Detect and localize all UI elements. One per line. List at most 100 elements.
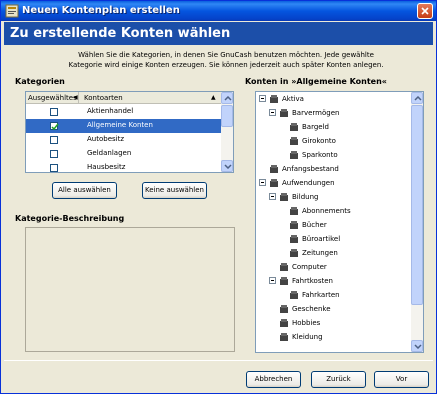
- description-label: Kategorie-Beschreibung: [15, 214, 125, 223]
- chevron-down-icon: [224, 164, 232, 169]
- account-icon: [280, 305, 288, 313]
- accounts-label: Konten in »Allgemeine Konten«: [245, 77, 387, 86]
- tree-label: Aktiva: [282, 95, 304, 103]
- column-header-type-label: Kontoarten: [84, 94, 123, 102]
- categories-header: Ausgewähltes ◀ Kontoarten ▲: [26, 92, 222, 104]
- back-button[interactable]: Zurück: [311, 371, 366, 388]
- category-checkbox[interactable]: [50, 164, 58, 172]
- tree-label: Fahrkarten: [302, 291, 340, 299]
- account-icon: [290, 123, 298, 131]
- categories-label: Kategorien: [15, 77, 65, 86]
- category-description-box: [25, 227, 235, 352]
- scroll-up-button[interactable]: [411, 92, 423, 104]
- tree-label: Geschenke: [292, 305, 331, 313]
- select-none-button[interactable]: Keine auswählen: [142, 182, 207, 199]
- category-checkbox-checked[interactable]: [50, 122, 59, 131]
- scroll-down-button[interactable]: [221, 160, 233, 172]
- chevron-up-icon: [414, 96, 422, 101]
- column-header-selected-label: Ausgewähltes: [28, 94, 77, 102]
- account-icon: [290, 249, 298, 257]
- dialog-window: Neuen Kontenplan erstellen Zu erstellend…: [0, 0, 437, 394]
- accounts-scrollbar[interactable]: [411, 92, 423, 352]
- category-checkbox[interactable]: [50, 108, 58, 116]
- tree-label: Bargeld: [302, 123, 329, 131]
- intro-line-1: Wählen Sie die Kategorien, in denen Sie …: [78, 51, 374, 59]
- gnucash-app-icon: [5, 4, 19, 18]
- footer-separator: [4, 360, 433, 361]
- collapse-icon[interactable]: [259, 179, 266, 186]
- account-icon: [290, 207, 298, 215]
- category-name: Aktienhandel: [87, 107, 134, 115]
- chevron-down-icon: [414, 344, 422, 349]
- tree-label: Hobbies: [292, 319, 321, 327]
- category-name: Geldanlagen: [87, 149, 132, 157]
- column-header-type[interactable]: Kontoarten ▲: [80, 92, 222, 104]
- categories-list[interactable]: Ausgewähltes ◀ Kontoarten ▲ Aktienhandel…: [25, 91, 234, 173]
- account-icon: [280, 333, 288, 341]
- tree-label: Sparkonto: [302, 151, 338, 159]
- tree-label: Anfangsbestand: [282, 165, 339, 173]
- account-icon: [280, 319, 288, 327]
- next-button[interactable]: Vor: [374, 371, 429, 388]
- category-rows: Aktienhandel Allgemeine Konten Autobesit…: [26, 105, 222, 172]
- scroll-thumb[interactable]: [221, 105, 233, 127]
- chevron-up-icon: [224, 96, 232, 101]
- intro-line-2: Kategorie wird einige Konten erzeugen. S…: [68, 61, 384, 69]
- account-icon: [270, 95, 278, 103]
- account-icon: [290, 291, 298, 299]
- title-bar[interactable]: Neuen Kontenplan erstellen: [1, 1, 436, 21]
- collapse-icon[interactable]: [269, 277, 276, 284]
- tree-label: Zeitungen: [302, 249, 338, 257]
- category-row[interactable]: Hausbesitz: [26, 161, 222, 172]
- close-icon: [421, 7, 429, 15]
- sort-left-icon: ◀: [73, 94, 78, 101]
- scroll-down-button[interactable]: [411, 340, 423, 352]
- category-name: Allgemeine Konten: [87, 121, 153, 129]
- tree-label: Kleidung: [292, 333, 323, 341]
- tree-label: Computer: [292, 263, 327, 271]
- category-row[interactable]: Autobesitz: [26, 133, 222, 147]
- categories-scrollbar[interactable]: [221, 92, 233, 172]
- intro-text: Wählen Sie die Kategorien, in denen Sie …: [41, 50, 411, 70]
- category-row-selected[interactable]: Allgemeine Konten: [26, 119, 222, 133]
- tree-label: Abonnements: [302, 207, 351, 215]
- category-row[interactable]: Aktienhandel: [26, 105, 222, 119]
- account-icon: [280, 109, 288, 117]
- close-button[interactable]: [417, 3, 433, 19]
- collapse-icon[interactable]: [269, 109, 276, 116]
- account-icon: [270, 179, 278, 187]
- account-icon: [280, 277, 288, 285]
- page-title: Zu erstellende Konten wählen: [10, 26, 231, 41]
- category-checkbox[interactable]: [50, 150, 58, 158]
- account-icon: [290, 137, 298, 145]
- account-icon: [280, 193, 288, 201]
- tree-label: Aufwendungen: [282, 179, 335, 187]
- account-icon: [270, 165, 278, 173]
- account-icon: [290, 235, 298, 243]
- collapse-icon[interactable]: [259, 95, 266, 102]
- sort-up-icon: ▲: [211, 94, 216, 101]
- tree-label: Fahrtkosten: [292, 277, 333, 285]
- select-all-button[interactable]: Alle auswählen: [52, 182, 117, 199]
- tree-label: Bildung: [292, 193, 319, 201]
- tree-label: Büroartikel: [302, 235, 341, 243]
- category-name: Autobesitz: [87, 135, 125, 143]
- account-icon: [280, 263, 288, 271]
- column-header-selected[interactable]: Ausgewähltes ◀: [26, 92, 79, 104]
- window-title: Neuen Kontenplan erstellen: [22, 5, 180, 16]
- tree-label: Girokonto: [302, 137, 336, 145]
- accounts-tree[interactable]: Aktiva Barvermögen Bargeld Girokonto Spa…: [255, 91, 424, 353]
- account-icon: [290, 151, 298, 159]
- category-row[interactable]: Geldanlagen: [26, 147, 222, 161]
- category-name: Hausbesitz: [87, 163, 126, 171]
- tree-label: Barvermögen: [292, 109, 340, 117]
- category-checkbox[interactable]: [50, 136, 58, 144]
- scroll-up-button[interactable]: [221, 92, 233, 104]
- collapse-icon[interactable]: [269, 193, 276, 200]
- checkmark-icon: [51, 123, 59, 131]
- account-icon: [290, 221, 298, 229]
- page-banner: Zu erstellende Konten wählen: [4, 22, 433, 45]
- tree-label: Bücher: [302, 221, 327, 229]
- scroll-thumb[interactable]: [411, 105, 423, 305]
- cancel-button[interactable]: Abbrechen: [246, 371, 301, 388]
